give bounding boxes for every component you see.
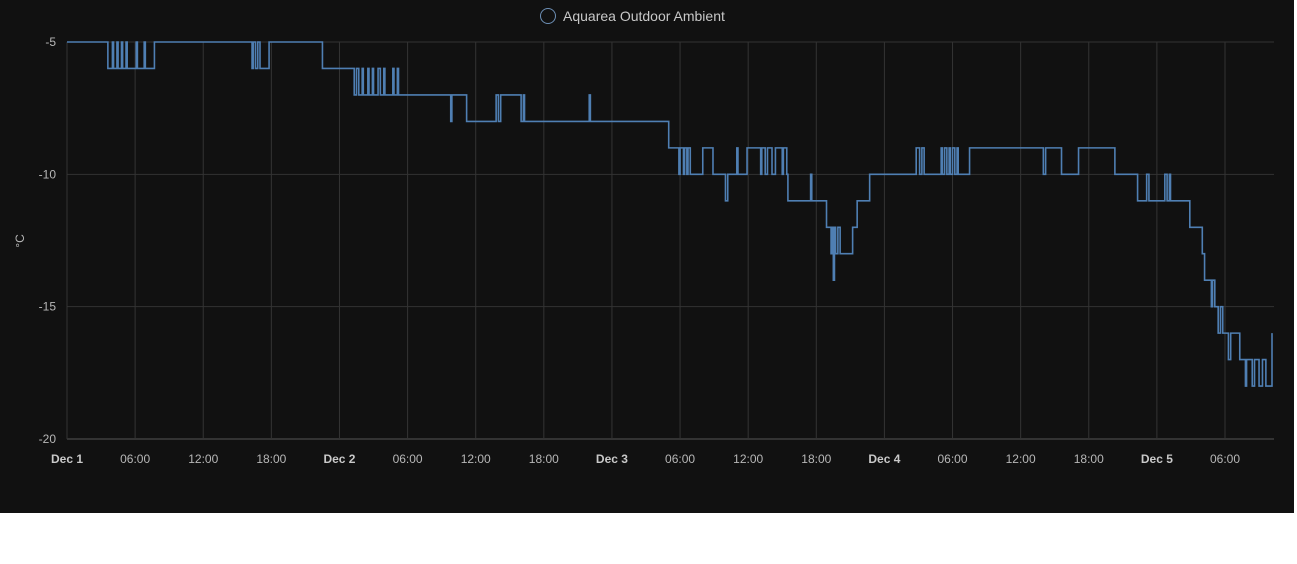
x-tick-label: Dec 1: [51, 452, 83, 466]
x-tick-label: 12:00: [188, 452, 218, 466]
x-tick-label: 18:00: [529, 452, 559, 466]
x-tick-label: 06:00: [393, 452, 423, 466]
x-tick-label: 06:00: [938, 452, 968, 466]
y-tick-label: -15: [39, 300, 57, 314]
x-tick-label: Dec 3: [596, 452, 628, 466]
x-tick-label: Dec 2: [323, 452, 355, 466]
y-tick-label: -5: [45, 35, 56, 49]
x-tick-label: 18:00: [1074, 452, 1104, 466]
y-axis-label: °C: [13, 234, 27, 248]
x-tick-label: Dec 4: [868, 452, 900, 466]
series-line-0: [67, 41, 1273, 387]
y-tick-label: -10: [39, 167, 57, 181]
line-chart: -5 -10 -15 -20 Dec 1 06:00 12:00 18:00 Dec 2 06:0…: [13, 35, 1274, 466]
x-tick-label: 18:00: [256, 452, 286, 466]
x-tick-label: 06:00: [1210, 452, 1240, 466]
x-tick-label: 06:00: [665, 452, 695, 466]
x-tick-label: 12:00: [733, 452, 763, 466]
x-tick-label: 12:00: [1006, 452, 1036, 466]
x-tick-label: 18:00: [801, 452, 831, 466]
chart-card: Aquarea Outdoor Ambient -5 -10 -15 -20 Dec 1…: [0, 0, 1294, 513]
x-tick-label: 12:00: [461, 452, 491, 466]
x-tick-label: 06:00: [120, 452, 150, 466]
x-tick-label: Dec 5: [1141, 452, 1173, 466]
y-tick-label: -20: [39, 432, 57, 446]
